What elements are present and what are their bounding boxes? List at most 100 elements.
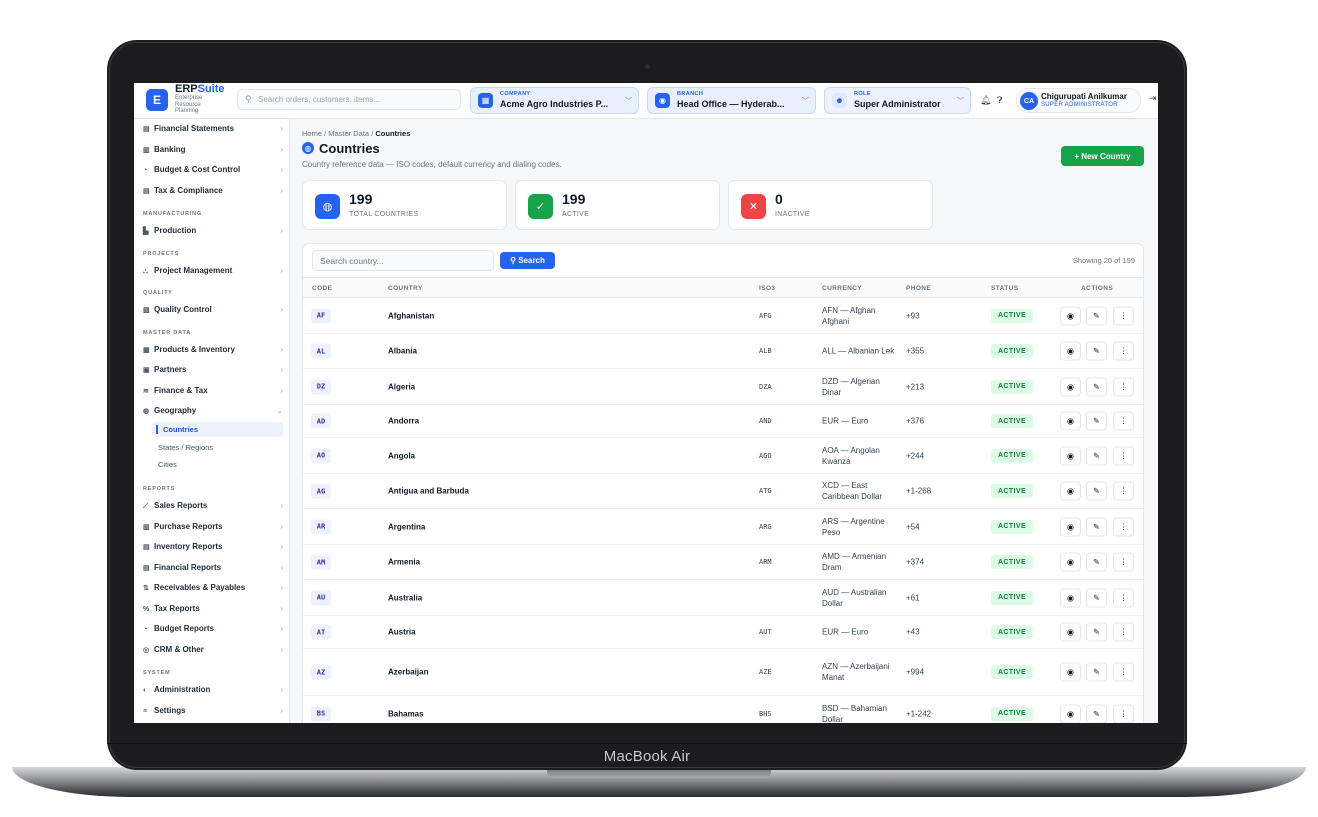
edit-button[interactable]: ✎ bbox=[1086, 377, 1107, 396]
more-button[interactable]: ⋮ bbox=[1113, 552, 1134, 572]
search-button[interactable]: ⚲ Search bbox=[500, 252, 555, 269]
global-search-input[interactable] bbox=[258, 93, 456, 106]
sidebar-item-tax-reports[interactable]: % Tax Reports › bbox=[143, 601, 283, 617]
sidebar-item-banking[interactable]: ▥ Banking › bbox=[143, 142, 283, 158]
view-button[interactable]: ◉ bbox=[1060, 446, 1081, 465]
edit-icon: ✎ bbox=[1093, 709, 1100, 718]
sidebar-item-geography[interactable]: ◍ Geography ⌄ bbox=[143, 403, 283, 419]
more-button[interactable]: ⋮ bbox=[1113, 377, 1134, 396]
more-button[interactable]: ⋮ bbox=[1113, 588, 1134, 607]
view-button[interactable]: ◉ bbox=[1060, 377, 1081, 396]
table-row[interactable]: DZ Algeria DZA DZD — Algerian Dinar +213 ACTI… bbox=[303, 369, 1143, 405]
column-header-iso3[interactable]: ISO3 bbox=[759, 285, 775, 292]
country-search-input[interactable] bbox=[312, 250, 494, 271]
logout-icon[interactable]: ⇥ bbox=[1149, 93, 1157, 104]
table-row[interactable]: AG Antigua and Barbuda ATG XCD — East Carib… bbox=[303, 474, 1143, 509]
table-row[interactable]: AT Austria AUT EUR — Euro +43 ACTIVE ◉ ✎ ⋮ bbox=[303, 616, 1143, 649]
edit-button[interactable]: ✎ bbox=[1086, 446, 1107, 465]
more-button[interactable]: ⋮ bbox=[1113, 622, 1134, 642]
column-header-country[interactable]: COUNTRY bbox=[388, 285, 423, 292]
edit-button[interactable]: ✎ bbox=[1086, 306, 1107, 325]
sidebar-item-partners[interactable]: ▣ Partners › bbox=[143, 362, 283, 378]
sidebar-item-project-management[interactable]: ⛬ Project Management › bbox=[143, 263, 283, 279]
sidebar-subitem-countries[interactable]: Countries bbox=[152, 422, 283, 437]
user-menu[interactable]: CA Chigurupati Anilkumar SUPER ADMINISTR… bbox=[1016, 88, 1141, 113]
sidebar-item-inventory-reports[interactable]: ▤ Inventory Reports › bbox=[143, 539, 283, 555]
edit-button[interactable]: ✎ bbox=[1086, 662, 1107, 682]
view-button[interactable]: ◉ bbox=[1060, 552, 1081, 572]
sidebar-item-production[interactable]: ▙ Production › bbox=[143, 223, 283, 239]
section-master-data: MASTER DATA bbox=[143, 330, 192, 336]
table-row[interactable]: AD Andorra AND EUR — Euro +376 ACTIVE ◉ ✎ ⋮ bbox=[303, 405, 1143, 438]
edit-button[interactable]: ✎ bbox=[1086, 517, 1107, 536]
sidebar-item-administration[interactable]: ◐ Administration › bbox=[143, 682, 283, 698]
sidebar-item-sales-reports[interactable]: ⟋ Sales Reports › bbox=[143, 498, 283, 514]
sidebar-item-tax-compliance[interactable]: ▤ Tax & Compliance › bbox=[143, 183, 283, 199]
table-row[interactable]: AF Afghanistan AFG AFN — Afghan Afghani +93 A… bbox=[303, 298, 1143, 334]
more-button[interactable]: ⋮ bbox=[1113, 341, 1134, 361]
table-row[interactable]: AL Albania ALB ALL — Albanian Lek +355 ACTIVE… bbox=[303, 334, 1143, 369]
edit-button[interactable]: ✎ bbox=[1086, 411, 1107, 431]
more-button[interactable]: ⋮ bbox=[1113, 704, 1134, 723]
column-header-code[interactable]: CODE bbox=[312, 285, 332, 292]
sidebar-item-finance-tax[interactable]: ≋ Finance & Tax › bbox=[143, 383, 283, 399]
sidebar-item-crm-other[interactable]: ◎ CRM & Other › bbox=[143, 642, 283, 658]
sidebar-item-quality-control[interactable]: ▧ Quality Control › bbox=[143, 302, 283, 318]
view-button[interactable]: ◉ bbox=[1060, 411, 1081, 431]
country-name: Andorra bbox=[388, 416, 420, 426]
edit-button[interactable]: ✎ bbox=[1086, 704, 1107, 723]
table-row[interactable]: AO Angola AGO AOA — Angolan Kwanza +244 ACTIV… bbox=[303, 438, 1143, 474]
column-header-currency[interactable]: CURRENCY bbox=[822, 285, 862, 292]
view-button[interactable]: ◉ bbox=[1060, 306, 1081, 325]
sidebar-subitem-label: Countries bbox=[163, 425, 199, 434]
edit-button[interactable]: ✎ bbox=[1086, 481, 1107, 501]
edit-icon: ✎ bbox=[1093, 451, 1100, 460]
view-button[interactable]: ◉ bbox=[1060, 588, 1081, 607]
edit-button[interactable]: ✎ bbox=[1086, 588, 1107, 607]
sidebar-item-financial-reports[interactable]: ▤ Financial Reports › bbox=[143, 560, 283, 576]
currency: ALL — Albanian Lek bbox=[822, 346, 895, 356]
sidebar-item-label: Quality Control bbox=[154, 305, 212, 314]
more-button[interactable]: ⋮ bbox=[1113, 517, 1134, 536]
table-row[interactable]: AM Armenia ARM AMD — Armenian Dram +374 ACTIV… bbox=[303, 545, 1143, 580]
view-button[interactable]: ◉ bbox=[1060, 341, 1081, 361]
sidebar-subitem-cities[interactable]: Cities bbox=[158, 457, 284, 472]
table-row[interactable]: AU Australia AUD — Australian Dollar +61 ACT… bbox=[303, 580, 1143, 616]
breadcrumb-path[interactable]: Home / Master Data / bbox=[302, 129, 375, 138]
column-header-status[interactable]: STATUS bbox=[991, 285, 1018, 292]
more-button[interactable]: ⋮ bbox=[1113, 411, 1134, 431]
table-row[interactable]: AZ Azerbaijan AZE AZN — Azerbaijani Manat +9… bbox=[303, 649, 1143, 696]
sidebar-subitem-states-regions[interactable]: States / Regions bbox=[158, 440, 284, 455]
help-icon[interactable]: ❓︎ bbox=[997, 95, 1002, 106]
more-button[interactable]: ⋮ bbox=[1113, 446, 1134, 465]
sidebar-item-budget-reports[interactable]: ◔ Budget Reports › bbox=[143, 621, 283, 637]
table-row[interactable]: AR Argentina ARG ARS — Argentine Peso +54 ACT… bbox=[303, 509, 1143, 545]
table-row[interactable]: BS Bahamas BHS BSD — Bahamian Dollar +1-242 A… bbox=[303, 696, 1143, 723]
sidebar-item-label: Administration bbox=[154, 685, 211, 694]
sidebar-item-purchase-reports[interactable]: ▥ Purchase Reports › bbox=[143, 519, 283, 535]
sidebar-item-settings[interactable]: ≡ Settings › bbox=[143, 703, 283, 719]
bell-icon[interactable]: 🔔︎ bbox=[980, 95, 991, 106]
branch-selector[interactable]: ◉ BRANCH Head Office — Hyderab... ﹀ bbox=[647, 87, 816, 114]
sidebar-item-financial-statements[interactable]: ▤ Financial Statements › bbox=[143, 121, 283, 137]
role-selector[interactable]: ☻ ROLE Super Administrator ﹀ bbox=[824, 87, 971, 114]
view-button[interactable]: ◉ bbox=[1060, 481, 1081, 501]
more-button[interactable]: ⋮ bbox=[1113, 306, 1134, 325]
view-button[interactable]: ◉ bbox=[1060, 704, 1081, 723]
sidebar-item-budget-cost-control[interactable]: ◔ Budget & Cost Control › bbox=[143, 162, 283, 178]
view-button[interactable]: ◉ bbox=[1060, 662, 1081, 682]
more-button[interactable]: ⋮ bbox=[1113, 662, 1134, 682]
country-name: Azerbaijan bbox=[388, 667, 429, 677]
sidebar-item-products-inventory[interactable]: ▦ Products & Inventory › bbox=[143, 342, 283, 358]
view-button[interactable]: ◉ bbox=[1060, 517, 1081, 536]
edit-button[interactable]: ✎ bbox=[1086, 552, 1107, 572]
sidebar-item-receivables-payables[interactable]: ⇅ Receivables & Payables › bbox=[143, 580, 283, 596]
column-header-phone[interactable]: PHONE bbox=[906, 285, 931, 292]
new-country-button[interactable]: + New Country bbox=[1061, 146, 1144, 166]
view-button[interactable]: ◉ bbox=[1060, 622, 1081, 642]
app-logo[interactable]: E bbox=[146, 89, 168, 111]
edit-button[interactable]: ✎ bbox=[1086, 622, 1107, 642]
more-button[interactable]: ⋮ bbox=[1113, 481, 1134, 501]
company-selector[interactable]: ▦ COMPANY Acme Agro Industries P... ﹀ bbox=[470, 87, 639, 114]
edit-button[interactable]: ✎ bbox=[1086, 341, 1107, 361]
